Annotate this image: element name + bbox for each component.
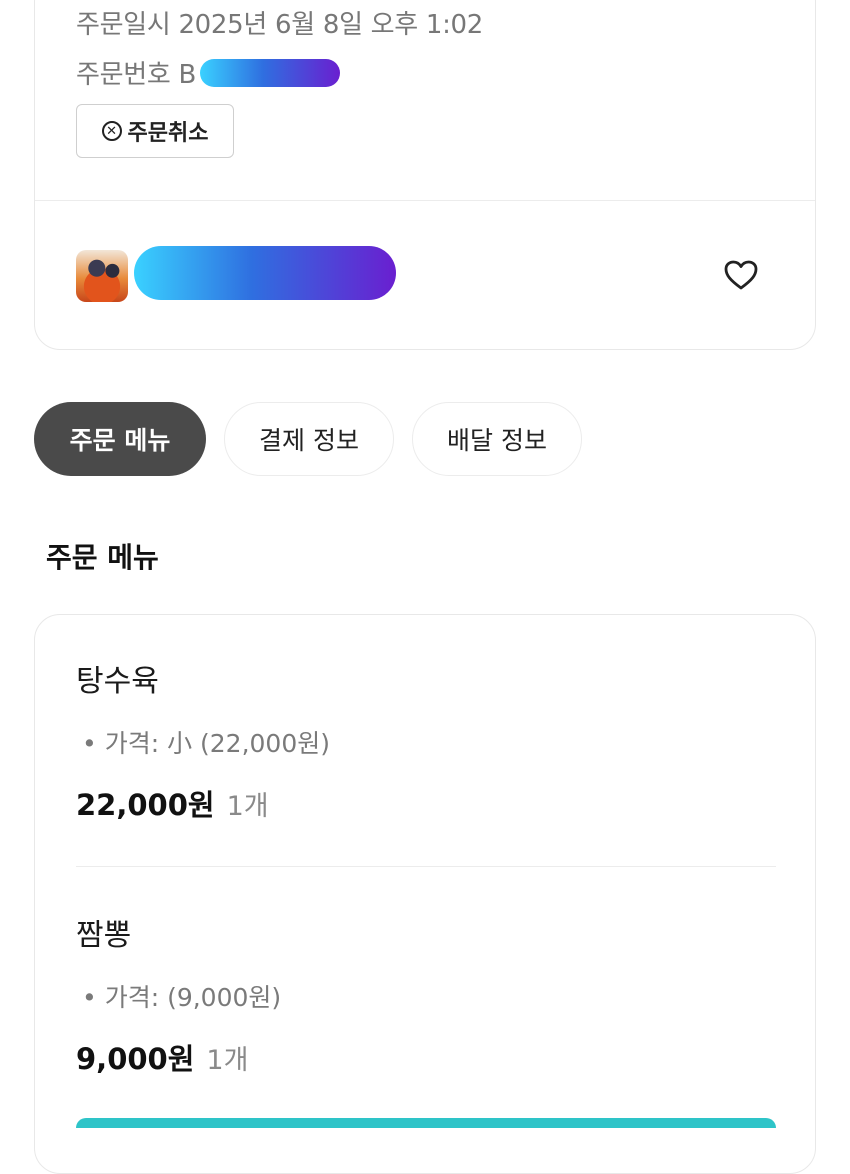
- heart-outline-icon: [724, 260, 758, 290]
- section-title: 주문 메뉴: [46, 541, 159, 574]
- favorite-button[interactable]: [722, 256, 760, 294]
- menu-item-option: • 가격: 小 (22,000원): [82, 729, 330, 758]
- menu-item-price: 22,000원: [76, 788, 215, 822]
- circle-x-icon: ✕: [101, 121, 122, 141]
- store-thumbnail[interactable]: [76, 250, 128, 302]
- order-number-redaction: [199, 58, 340, 87]
- menu-item-name: 탕수육: [76, 664, 159, 699]
- divider: [76, 866, 776, 867]
- cancel-order-button[interactable]: ✕ 주문취소: [76, 104, 234, 158]
- cancel-order-label: 주문취소: [127, 121, 209, 146]
- menu-item-price-row: 22,000원 1개: [76, 782, 269, 824]
- order-detail-tabs: 주문 메뉴 결제 정보 배달 정보: [34, 402, 582, 476]
- order-number: 주문번호 B: [76, 54, 340, 91]
- tab-payment-info[interactable]: 결제 정보: [224, 402, 394, 476]
- divider: [35, 200, 815, 201]
- order-number-label: 주문번호 B: [76, 60, 196, 90]
- menu-item-option: • 가격: (9,000원): [82, 983, 282, 1012]
- order-date: 주문일시 2025년 6월 8일 오후 1:02: [76, 10, 484, 40]
- menu-item-price-row: 9,000원 1개: [76, 1036, 248, 1078]
- menu-item-quantity: 1개: [226, 791, 269, 822]
- menu-item-name: 짬뽕: [76, 918, 132, 953]
- menu-item-quantity: 1개: [206, 1045, 249, 1076]
- store-name-redaction[interactable]: [134, 246, 396, 300]
- bottom-action-button[interactable]: [76, 1118, 776, 1128]
- menu-item-price: 9,000원: [76, 1042, 195, 1076]
- tab-delivery-info[interactable]: 배달 정보: [412, 402, 582, 476]
- tab-order-menu[interactable]: 주문 메뉴: [34, 402, 206, 476]
